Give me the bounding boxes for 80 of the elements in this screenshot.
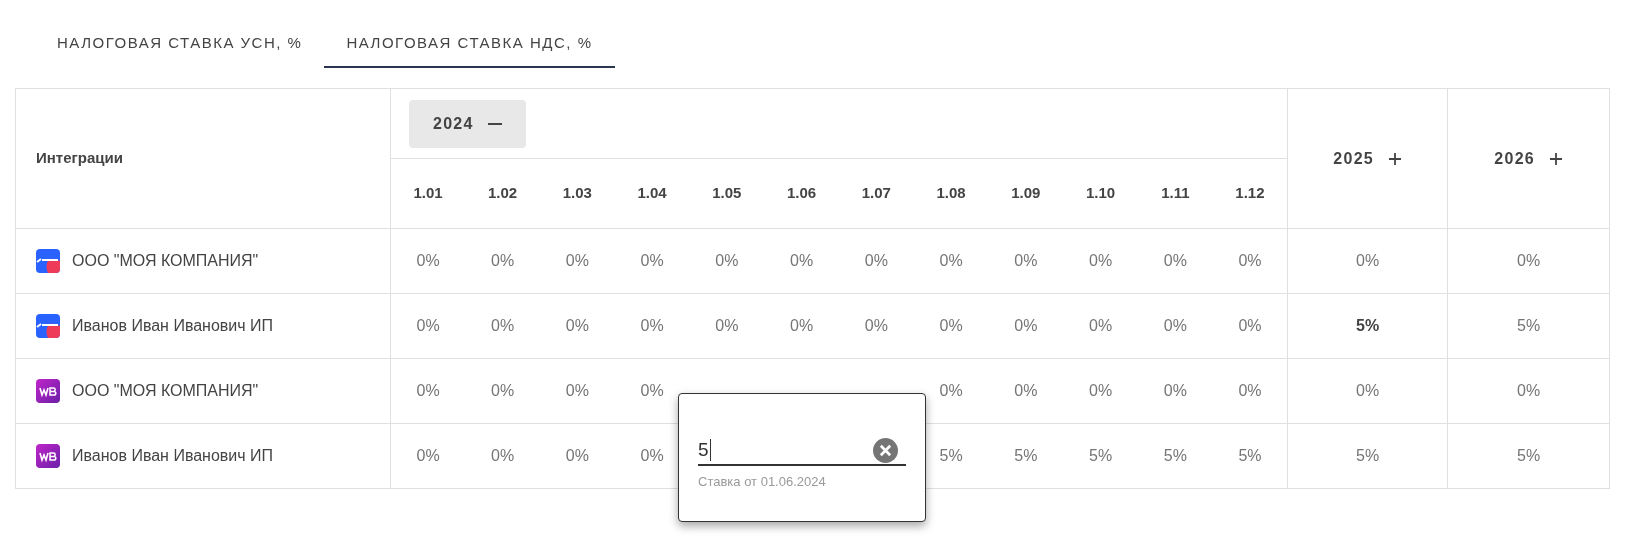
rate-value[interactable]: 0% [491,317,515,334]
month-header: 1.10 [1086,184,1116,202]
rate-value[interactable]: 0% [565,447,589,464]
marketplace-logo-icon [36,249,60,273]
month-header: 1.04 [637,184,667,202]
rate-value[interactable]: 0% [1014,317,1038,334]
rate-value[interactable]: 0% [640,317,664,334]
rate-value[interactable]: 0% [565,317,589,334]
month-header: 1.06 [787,184,817,202]
rate-value[interactable]: 0% [491,382,515,399]
rate-value[interactable]: 0% [1238,317,1262,334]
month-header: 1.05 [712,184,742,202]
rate-value[interactable]: 0% [1163,317,1187,334]
rate-value[interactable]: 5% [939,447,963,464]
rate-value[interactable]: 5% [1517,317,1541,334]
marketplace-logo-icon [36,314,60,338]
rate-value[interactable]: 0% [864,317,888,334]
column-header: Интеграции [36,149,123,167]
year-toggle[interactable]: 2024 [409,99,526,148]
month-header: 1.11 [1161,184,1190,202]
minus-icon [487,122,502,125]
integration-name: Иванов Иван Иванович ИП [72,316,274,336]
rate-value[interactable]: 0% [1238,382,1262,399]
marketplace-logo-icon [36,444,60,468]
rate-value[interactable]: 0% [864,252,888,269]
rate-value[interactable]: 0% [565,382,589,399]
month-header: 1.01 [413,184,443,202]
rate-value[interactable]: 0% [491,447,515,464]
rate-value[interactable]: 0% [491,252,515,269]
integration-name: ООО "МОЯ КОМПАНИЯ" [72,251,259,271]
rate-value[interactable]: 0% [1089,317,1113,334]
rate-value[interactable]: 0% [939,382,963,399]
rate-value[interactable]: 5% [1356,447,1380,464]
tab[interactable]: НАЛОГОВАЯ СТАВКА УСН, % [35,20,325,68]
rate-value[interactable]: 0% [1163,382,1187,399]
rate-value[interactable]: 5% [1356,317,1380,334]
rate-value[interactable]: 0% [416,252,440,269]
rate-value[interactable]: 0% [640,252,664,269]
rate-value[interactable]: 0% [1356,382,1380,399]
rate-value[interactable]: 0% [1163,252,1187,269]
rate-value[interactable]: 0% [1014,382,1038,399]
clear-icon[interactable] [873,437,898,463]
rate-value[interactable]: 5% [1014,447,1038,464]
month-header: 1.03 [562,184,592,202]
rate-value[interactable]: 0% [565,252,589,269]
rate-value[interactable]: 0% [1089,252,1113,269]
rate-value[interactable]: 0% [715,317,739,334]
rate-value[interactable]: 0% [939,252,963,269]
rate-value[interactable]: 0% [1517,382,1541,399]
month-header: 1.09 [1011,184,1041,202]
rate-value[interactable]: 0% [1356,252,1380,269]
plus-icon [1388,151,1402,166]
month-header: 1.07 [861,184,891,202]
rate-value[interactable]: 0% [1089,382,1113,399]
rate-value[interactable]: 0% [715,252,739,269]
month-header: 1.12 [1235,184,1265,202]
rate-value[interactable]: 0% [640,447,664,464]
rate-value[interactable]: 5% [1238,447,1262,464]
rate-value[interactable]: 0% [1014,252,1038,269]
rate-value[interactable]: 0% [790,317,814,334]
plus-icon [1549,151,1563,166]
marketplace-logo-icon [36,379,60,403]
integration-name: ООО "МОЯ КОМПАНИЯ" [72,381,259,401]
month-header: 1.02 [488,184,518,202]
integration-name: Иванов Иван Иванович ИП [72,446,274,466]
rate-value[interactable]: 0% [416,382,440,399]
tab[interactable]: НАЛОГОВАЯ СТАВКА НДС, % [324,20,615,68]
rate-value[interactable]: 5% [1163,447,1187,464]
rate-value[interactable]: 5% [1089,447,1113,464]
month-header: 1.08 [936,184,966,202]
rate-input-field[interactable]: 5 [698,436,906,466]
rate-value[interactable]: 0% [416,317,440,334]
rate-value[interactable]: 0% [939,317,963,334]
field-hint: Ставка от 01.06.2024 [698,473,827,491]
rate-value[interactable]: 0% [640,382,664,399]
rate-value[interactable]: 0% [1517,252,1541,269]
rate-value[interactable]: 0% [1238,252,1262,269]
rate-value[interactable]: 0% [416,447,440,464]
rate-value[interactable]: 0% [790,252,814,269]
rate-value[interactable]: 5% [1517,447,1541,464]
